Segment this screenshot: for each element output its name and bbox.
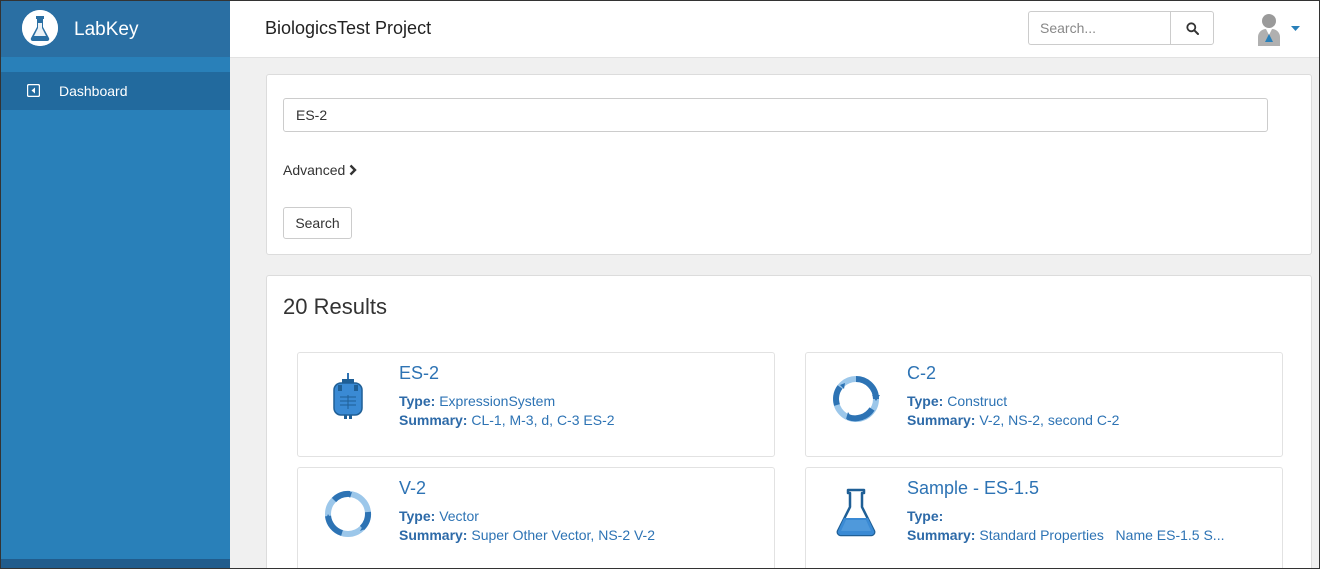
app-window: LabKey Dashboard BiologicsTest Project S… [0, 0, 1320, 569]
result-summary: Summary: Standard Properties Name ES-1.5… [907, 527, 1225, 543]
advanced-label: Advanced [283, 162, 346, 178]
sidebar-footer [1, 559, 230, 568]
user-menu[interactable] [1256, 12, 1302, 48]
labkey-logo-icon [22, 10, 58, 46]
result-name[interactable]: C-2 [907, 363, 936, 384]
results-count-title: 20 Results [283, 294, 387, 319]
result-card[interactable]: C-2 Type: Construct Summary: V-2, NS-2, … [805, 352, 1283, 457]
header-search-input[interactable] [1028, 11, 1171, 45]
advanced-toggle[interactable]: Advanced [283, 162, 357, 178]
search-button[interactable]: Search [283, 207, 352, 239]
vector-icon [325, 490, 372, 537]
chevron-right-icon [349, 164, 357, 176]
page-title: BiologicsTest Project [265, 18, 432, 38]
caret-down-icon [1291, 26, 1300, 31]
construct-icon [833, 376, 880, 422]
result-name[interactable]: V-2 [399, 478, 426, 499]
brand-name: LabKey [74, 19, 139, 40]
sidebar-item-label: Dashboard [59, 83, 128, 99]
expression-system-icon [333, 373, 363, 419]
user-avatar-icon [1258, 14, 1280, 46]
result-type: Type: ExpressionSystem [399, 393, 556, 409]
result-summary: Summary: V-2, NS-2, second C-2 [907, 412, 1120, 428]
sample-flask-icon [836, 488, 876, 537]
sidebar: LabKey Dashboard [1, 1, 230, 568]
result-name[interactable]: Sample - ES-1.5 [907, 478, 1039, 499]
collapse-left-icon [27, 84, 40, 97]
result-name[interactable]: ES-2 [399, 363, 439, 384]
header-search-button[interactable] [1170, 11, 1214, 45]
search-input[interactable] [283, 98, 1268, 132]
brand-bar[interactable]: LabKey [1, 1, 230, 57]
result-summary: Summary: CL-1, M-3, d, C-3 ES-2 [399, 412, 615, 428]
search-icon [1186, 22, 1199, 35]
results-panel: 20 Results ES-2 Type: ExpressionSystem S… [266, 275, 1312, 568]
result-type: Type: Construct [907, 393, 1008, 409]
result-card[interactable]: ES-2 Type: ExpressionSystem Summary: CL-… [297, 352, 775, 457]
result-card[interactable]: Sample - ES-1.5 Type: Summary: Standard … [805, 467, 1283, 568]
result-card[interactable]: V-2 Type: Vector Summary: Super Other Ve… [297, 467, 775, 568]
result-summary: Summary: Super Other Vector, NS-2 V-2 [399, 527, 656, 543]
result-type: Type: Vector [399, 508, 479, 524]
top-header: BiologicsTest Project [230, 1, 1319, 58]
search-panel: Advanced Search [266, 74, 1312, 255]
result-type: Type: [907, 508, 944, 524]
sidebar-item-dashboard[interactable]: Dashboard [1, 72, 230, 110]
